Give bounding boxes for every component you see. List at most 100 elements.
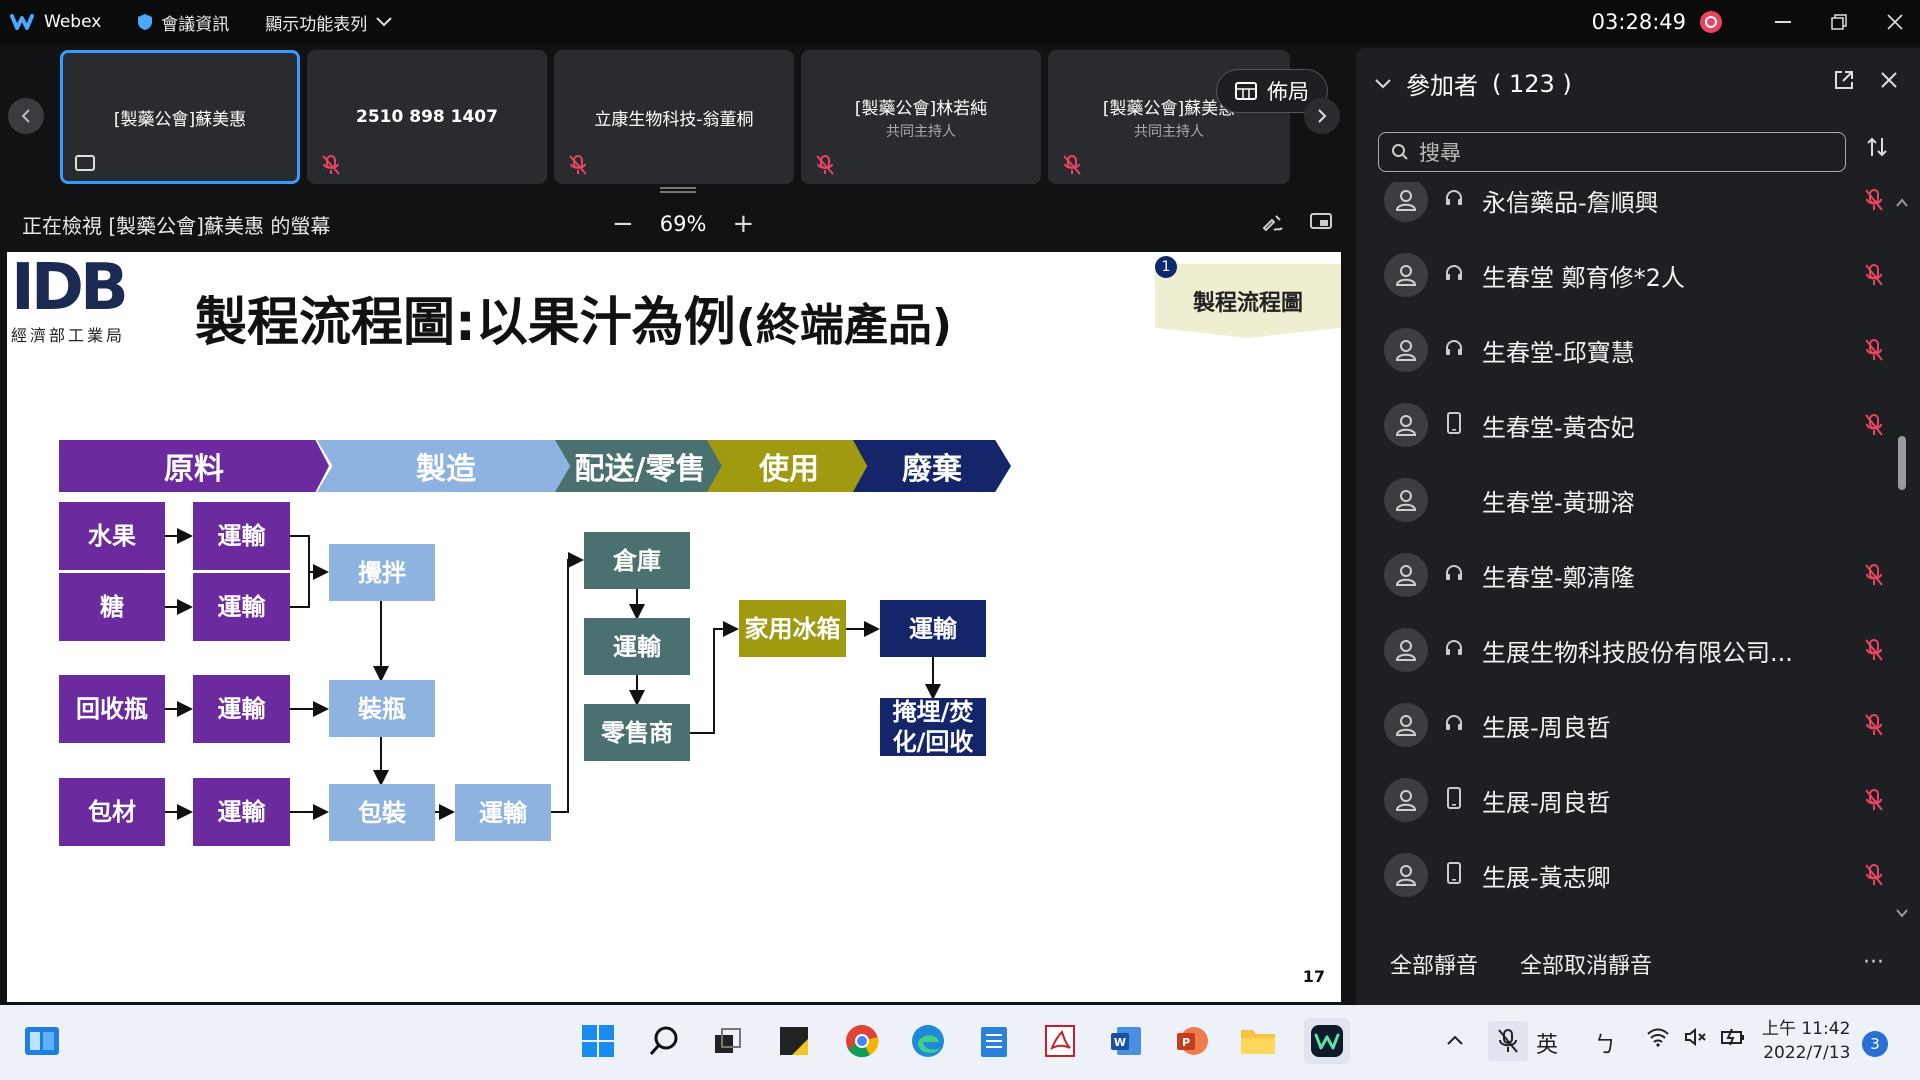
tray-mic-muted-button[interactable] — [1488, 1021, 1528, 1061]
meeting-info-button[interactable]: 會議資訊 — [137, 10, 229, 35]
box-landfill-line2: 化/回收 — [892, 728, 974, 756]
participant-row[interactable]: 生春堂-邱寶慧 — [1384, 320, 1884, 380]
participant-mute-button[interactable] — [1864, 338, 1884, 366]
powerpoint-app[interactable]: P — [1172, 1021, 1212, 1061]
folder-icon — [1241, 1030, 1275, 1054]
participant-row[interactable]: 生春堂 鄭育修*2人 — [1384, 245, 1884, 305]
headset-icon — [1446, 264, 1462, 280]
task-view-button[interactable] — [708, 1021, 748, 1061]
ime-mode[interactable]: ㄅ — [1594, 1027, 1616, 1059]
participant-row[interactable]: 永信藥品-詹順興 — [1384, 182, 1884, 230]
participant-mute-button[interactable] — [1864, 863, 1884, 891]
more-options-button[interactable]: ··· — [1863, 950, 1884, 975]
box-recycled-bottle: 回收瓶 — [59, 675, 165, 743]
phase-use: 使用 — [707, 440, 871, 492]
box-landfill-line1: 掩埋/焚 — [892, 698, 974, 726]
device-indicator — [1442, 638, 1466, 663]
participant-row[interactable]: 生展-周良哲 — [1384, 695, 1884, 755]
participant-mute-button[interactable] — [1864, 638, 1884, 666]
zoom-in-button[interactable]: + — [732, 209, 754, 239]
participant-mute-button[interactable] — [1864, 188, 1884, 216]
ime-language[interactable]: 英 — [1536, 1027, 1558, 1059]
start-button[interactable] — [578, 1021, 618, 1061]
participant-row[interactable]: 生春堂-黃珊溶 — [1384, 470, 1884, 530]
mute-all-button[interactable]: 全部靜音 — [1390, 948, 1478, 980]
box-landfill-recycle: 掩埋/焚 化/回收 — [880, 698, 986, 756]
box-packaging-material: 包材 — [59, 778, 165, 846]
headset-icon — [1446, 639, 1462, 655]
notification-badge[interactable]: 3 — [1862, 1031, 1888, 1057]
wifi-button[interactable] — [1646, 1027, 1670, 1053]
word-app[interactable]: W — [1106, 1021, 1146, 1061]
edge-icon — [912, 1025, 944, 1057]
device-indicator — [1442, 263, 1466, 288]
phase-manufacturing: 製造 — [317, 440, 575, 492]
box-sugar: 糖 — [59, 573, 165, 641]
phase-raw-materials: 原料 — [59, 440, 329, 492]
edge-app[interactable] — [908, 1021, 948, 1061]
participant-row[interactable]: 生春堂-鄭清隆 — [1384, 545, 1884, 605]
recording-icon[interactable] — [1700, 11, 1722, 33]
sticky-notes-app[interactable] — [774, 1021, 814, 1061]
close-panel-button[interactable] — [1880, 70, 1898, 96]
participant-name: 永信藥品-詹順興 — [1482, 188, 1659, 217]
restore-button[interactable] — [1814, 0, 1864, 44]
participant-scrollbar[interactable] — [1894, 188, 1910, 928]
pop-out-view-button[interactable] — [1310, 212, 1332, 237]
participant-mute-button[interactable] — [1864, 263, 1884, 291]
participant-mute-button[interactable] — [1864, 788, 1884, 816]
mic-muted-icon — [1865, 189, 1883, 211]
close-window-button[interactable] — [1870, 0, 1920, 44]
participant-row[interactable]: 生展-周良哲 — [1384, 770, 1884, 830]
avatar — [1384, 703, 1428, 747]
participant-row[interactable]: 生展生物科技股份有限公司... — [1384, 620, 1884, 680]
unmute-all-button[interactable]: 全部取消靜音 — [1520, 948, 1652, 980]
webex-logo[interactable]: Webex — [10, 12, 101, 32]
minimize-button[interactable] — [1758, 0, 1808, 44]
battery-button[interactable] — [1720, 1027, 1746, 1053]
participants-header[interactable]: 參加者 ( 123 ) — [1374, 66, 1572, 101]
participant-thumbnail[interactable]: [製藥公會]林若純 共同主持人 — [801, 50, 1041, 184]
box-bottling: 裝瓶 — [329, 680, 435, 737]
show-menu-button[interactable]: 顯示功能表列 — [265, 10, 393, 35]
webex-taskbar-app[interactable] — [1304, 1018, 1350, 1064]
participant-thumbnail[interactable]: 立康生物科技-翁董桐 — [554, 50, 794, 184]
participant-strip: [製藥公會]蘇美惠 2510 898 1407 立康生物科技-翁董桐 [製藥公會… — [0, 44, 1340, 194]
participant-search-input[interactable]: 搜尋 — [1378, 132, 1846, 172]
box-fruit: 水果 — [59, 502, 165, 570]
strip-next-button[interactable] — [1304, 98, 1340, 134]
avatar — [1384, 403, 1428, 447]
sort-button[interactable] — [1866, 136, 1888, 164]
annotate-button[interactable] — [1262, 212, 1284, 237]
volume-button[interactable] — [1684, 1027, 1708, 1053]
participant-mute-button[interactable] — [1864, 563, 1884, 591]
notepad-app[interactable] — [974, 1021, 1014, 1061]
avatar — [1384, 628, 1428, 672]
avatar — [1384, 853, 1428, 897]
meeting-clock: 03:28:49 — [1591, 10, 1686, 34]
headset-icon — [1446, 564, 1462, 580]
participant-name: 生春堂-邱寶慧 — [1482, 338, 1635, 367]
strip-prev-button[interactable] — [8, 98, 44, 134]
taskbar-clock[interactable]: 上午 11:42 2022/7/13 — [1762, 1017, 1850, 1065]
participant-mute-button[interactable] — [1864, 413, 1884, 441]
chrome-app[interactable] — [842, 1021, 882, 1061]
file-explorer-app[interactable] — [1238, 1021, 1278, 1061]
acrobat-app[interactable] — [1040, 1021, 1080, 1061]
strip-resize-handle[interactable] — [660, 187, 696, 193]
widgets-button[interactable] — [22, 1021, 62, 1061]
pop-out-icon — [1310, 212, 1332, 229]
participant-row[interactable]: 生展-黃志卿 — [1384, 845, 1884, 905]
show-menu-label: 顯示功能表列 — [265, 14, 368, 35]
scrollbar-thumb[interactable] — [1898, 436, 1906, 490]
person-icon — [1395, 640, 1417, 661]
participant-thumbnail[interactable]: [製藥公會]蘇美惠 — [60, 50, 300, 184]
participant-thumbnail[interactable]: 2510 898 1407 — [307, 50, 547, 184]
zoom-out-button[interactable]: − — [612, 209, 634, 239]
participant-mute-button[interactable] — [1864, 713, 1884, 741]
taskbar-search-button[interactable] — [644, 1021, 684, 1061]
pop-out-panel-button[interactable] — [1834, 70, 1854, 96]
show-hidden-icons-button[interactable] — [1446, 1027, 1464, 1052]
box-transport: 運輸 — [193, 675, 290, 743]
participant-row[interactable]: 生春堂-黃杏妃 — [1384, 395, 1884, 455]
